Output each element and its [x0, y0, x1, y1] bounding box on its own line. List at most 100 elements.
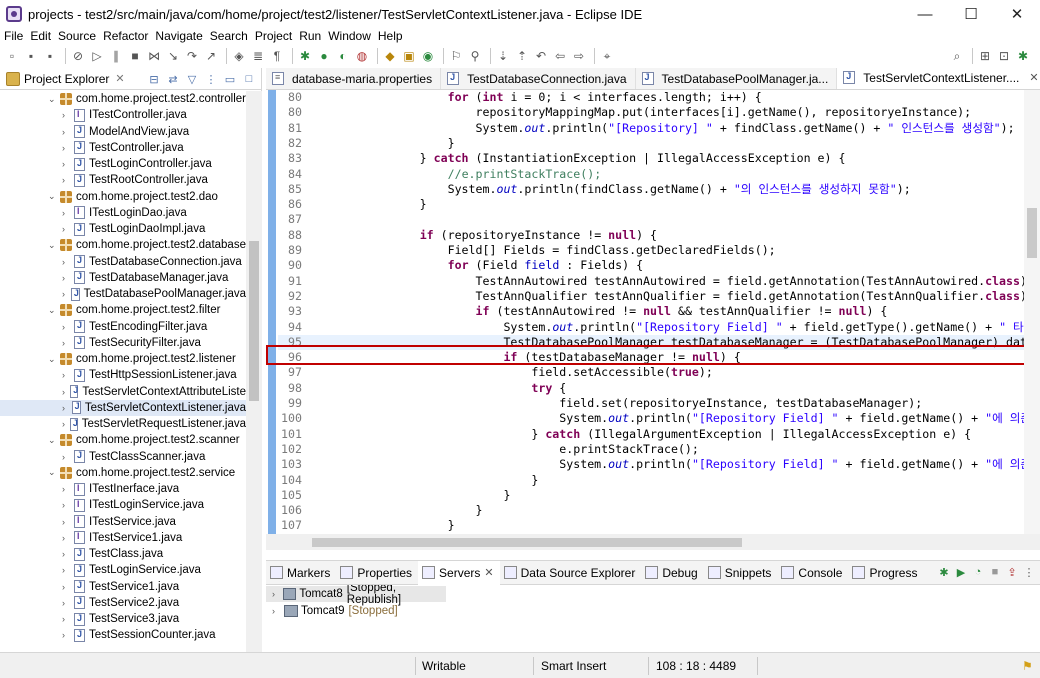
save-icon[interactable]: ▪ [23, 48, 39, 64]
run-icon[interactable]: ● [316, 48, 332, 64]
chevron-right-icon[interactable]: › [62, 387, 70, 397]
editor-tab[interactable]: TestDatabasePoolManager.ja... [636, 68, 838, 89]
menu-help[interactable]: Help [378, 29, 403, 43]
code-line[interactable]: 86 } [278, 197, 1024, 212]
chevron-right-icon[interactable]: › [62, 127, 74, 137]
scrollbar-thumb[interactable] [312, 538, 742, 547]
chevron-down-icon[interactable]: ⌄ [48, 94, 60, 105]
new-icon[interactable]: ▫ [4, 48, 20, 64]
chevron-right-icon[interactable]: › [62, 289, 71, 299]
code-line[interactable]: 85 System.out.println(findClass.getName(… [278, 182, 1024, 197]
file-node[interactable]: › ITestService.java [0, 514, 246, 530]
chevron-right-icon[interactable]: › [62, 273, 74, 283]
chevron-right-icon[interactable]: › [62, 143, 74, 153]
code-line[interactable]: 97 field.setAccessible(true); [278, 365, 1024, 380]
chevron-right-icon[interactable]: › [62, 419, 70, 429]
package-node[interactable]: ⌄ com.home.project.test2.controller [0, 91, 246, 107]
chevron-right-icon[interactable]: › [62, 565, 74, 575]
chevron-right-icon[interactable]: › [62, 517, 74, 527]
code-line[interactable]: 94 System.out.println("[Repository Field… [278, 320, 1040, 335]
tab-console[interactable]: Console [777, 566, 848, 580]
package-node[interactable]: ⌄ com.home.project.test2.database [0, 237, 246, 253]
collapse-all-icon[interactable]: ⊟ [146, 71, 162, 87]
chevron-right-icon[interactable]: › [62, 582, 74, 592]
terminate-icon[interactable]: ■ [127, 48, 143, 64]
maximize-view-icon[interactable]: □ [241, 71, 257, 87]
menu-search[interactable]: Search [210, 29, 248, 43]
menu-file[interactable]: File [4, 29, 23, 43]
tab-snippets[interactable]: Snippets [704, 566, 778, 580]
search-icon[interactable]: ⌕ [949, 48, 965, 64]
code-line[interactable]: 84 //e.printStackTrace(); [278, 167, 1024, 182]
chevron-right-icon[interactable]: › [62, 322, 74, 332]
file-node[interactable]: › TestController.java [0, 140, 246, 156]
prev-annotation-icon[interactable]: ⇡ [514, 48, 530, 64]
explorer-scrollbar[interactable] [246, 91, 262, 652]
chevron-right-icon[interactable]: › [62, 370, 74, 380]
tab-progress[interactable]: Progress [848, 566, 923, 580]
chevron-right-icon[interactable]: › [62, 614, 74, 624]
code-line[interactable]: 87 [278, 212, 1024, 227]
code-line[interactable]: 102 e.printStackTrace(); [278, 442, 1024, 457]
file-node[interactable]: › TestLoginService.java [0, 562, 246, 578]
code-line[interactable]: 107 } [278, 518, 1024, 533]
menu-project[interactable]: Project [255, 29, 292, 43]
coverage-icon[interactable]: ◐ [335, 48, 351, 64]
minimize-button[interactable]: — [902, 0, 948, 28]
close-icon[interactable]: ✕ [115, 72, 124, 85]
package-node[interactable]: ⌄ com.home.project.test2.scanner [0, 432, 246, 448]
chevron-down-icon[interactable]: ⌄ [48, 435, 60, 446]
new-class-icon[interactable]: ◉ [420, 48, 436, 64]
file-node[interactable]: › TestServletContextListener.java [0, 399, 246, 416]
file-node[interactable]: › TestClassScanner.java [0, 449, 246, 465]
tab-data-source-explorer[interactable]: Data Source Explorer [500, 566, 642, 580]
publish-icon[interactable]: ⇪ [1005, 565, 1019, 579]
profile-server-icon[interactable]: ◔ [971, 565, 985, 579]
suspend-icon[interactable]: ∥ [108, 48, 124, 64]
back-icon[interactable]: ⇦ [552, 48, 568, 64]
chevron-right-icon[interactable]: › [272, 589, 283, 599]
disconnect-icon[interactable]: ⋈ [146, 48, 162, 64]
chevron-right-icon[interactable]: › [62, 500, 74, 510]
menu-run[interactable]: Run [299, 29, 321, 43]
chevron-right-icon[interactable]: › [62, 549, 74, 559]
file-node[interactable]: › TestDatabaseConnection.java [0, 254, 246, 270]
tab-markers[interactable]: Markers [266, 566, 336, 580]
debug-perspective-icon[interactable]: ✱ [1015, 48, 1031, 64]
server-row[interactable]: › Tomcat8 [Stopped, Republish] [266, 582, 446, 606]
file-node[interactable]: › TestLoginDaoImpl.java [0, 221, 246, 237]
toggle-mark-icon[interactable]: ≣ [250, 48, 266, 64]
new-java-project-icon[interactable]: ◆ [382, 48, 398, 64]
file-node[interactable]: › TestHttpSessionListener.java [0, 367, 246, 383]
debug-server-icon[interactable]: ✱ [937, 565, 951, 579]
file-node[interactable]: › TestRootController.java [0, 172, 246, 188]
code-area[interactable]: 80 for (int i = 0; i < interfaces.length… [266, 90, 1040, 534]
package-node[interactable]: ⌄ com.home.project.test2.service [0, 465, 246, 481]
tab-servers[interactable]: Servers ✕ [418, 560, 500, 585]
chevron-right-icon[interactable]: › [62, 598, 74, 608]
file-node[interactable]: › TestEncodingFilter.java [0, 319, 246, 335]
step-over-icon[interactable]: ↷ [184, 48, 200, 64]
file-node[interactable]: › TestDatabaseManager.java [0, 270, 246, 286]
code-line[interactable]: 100 System.out.println("[Repository Fiel… [278, 411, 1040, 426]
chevron-down-icon[interactable]: ⌄ [48, 240, 60, 251]
close-button[interactable]: ✕ [994, 0, 1040, 28]
file-node[interactable]: › ITestController.java [0, 107, 246, 123]
scrollbar-thumb[interactable] [249, 241, 259, 401]
file-node[interactable]: › ITestLoginService.java [0, 497, 246, 513]
code-line[interactable]: 80 repositoryMappingMap.put(interfaces[i… [278, 105, 1024, 120]
code-line[interactable]: 82 } [278, 136, 1024, 151]
package-node[interactable]: ⌄ com.home.project.test2.dao [0, 189, 246, 205]
chevron-right-icon[interactable]: › [62, 175, 74, 185]
open-perspective-icon[interactable]: ⊞ [977, 48, 993, 64]
pin-editor-icon[interactable]: ⌖ [599, 48, 615, 64]
chevron-right-icon[interactable]: › [62, 110, 74, 120]
menu-window[interactable]: Window [328, 29, 371, 43]
file-node[interactable]: › ITestLoginDao.java [0, 205, 246, 221]
code-line[interactable]: 106 } [278, 503, 1024, 518]
editor-tab[interactable]: TestServletContextListener.... ✕ [837, 68, 1040, 89]
start-server-icon[interactable]: ▶ [954, 565, 968, 579]
next-annotation-icon[interactable]: ⇣ [495, 48, 511, 64]
menu-navigate[interactable]: Navigate [155, 29, 202, 43]
chevron-right-icon[interactable]: › [62, 224, 74, 234]
